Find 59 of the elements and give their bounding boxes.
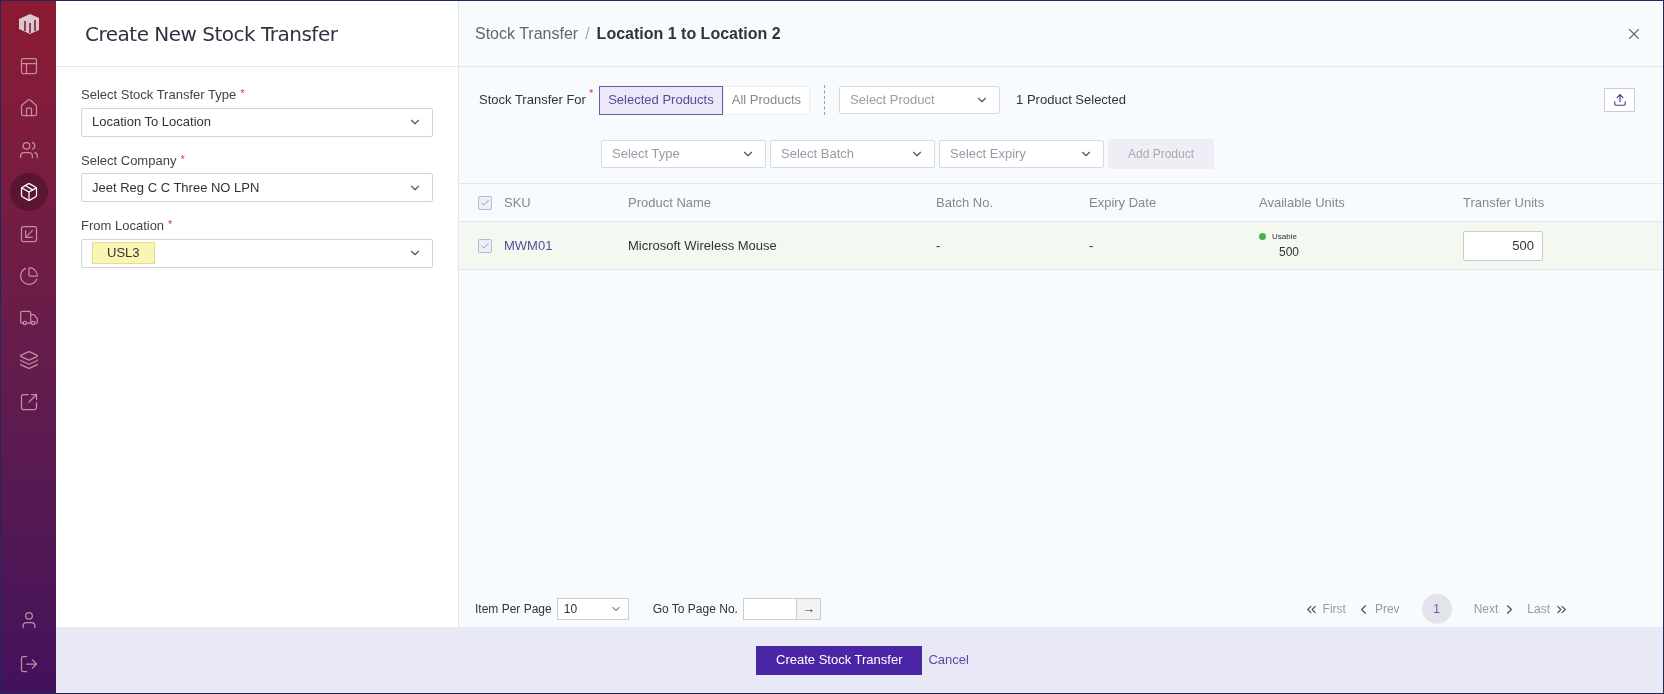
per-page-label: Item Per Page	[475, 601, 552, 618]
field-label: Stock Transfer For	[479, 91, 586, 110]
breadcrumb-separator: /	[585, 23, 590, 44]
select-value: USL3	[92, 242, 155, 264]
sku-link[interactable]: MWM01	[504, 237, 553, 253]
select-field[interactable]: USL3	[81, 238, 433, 268]
table-cell-text: 500	[1278, 243, 1301, 261]
required-asterisk: *	[588, 86, 594, 101]
table-cell: -	[936, 237, 941, 253]
external-link-icon	[18, 392, 39, 412]
breadcrumb-link[interactable]: Stock Transfer	[475, 21, 579, 46]
layers-icon	[18, 350, 39, 370]
field-label: Select Stock Transfer Type	[81, 86, 237, 104]
column-header: Expiry Date	[1089, 193, 1158, 212]
status-label: Usable	[1272, 230, 1297, 243]
box-icon	[18, 182, 39, 202]
logout-icon	[18, 654, 39, 674]
column-header: Product Name	[628, 193, 713, 212]
column-header: Transfer Units	[1463, 193, 1546, 212]
column-header: Batch No.	[936, 193, 995, 212]
transfer-units-input[interactable]: 500	[1463, 230, 1543, 261]
home-icon	[18, 98, 39, 118]
per-page-select[interactable]: 10	[556, 598, 629, 620]
users-icon	[18, 140, 39, 160]
toggle-option[interactable]: All Products	[722, 85, 811, 115]
arrow-in-square-icon	[18, 224, 39, 244]
checkbox[interactable]	[478, 238, 492, 253]
select-field[interactable]: Location To Location	[81, 107, 433, 137]
check-icon	[480, 197, 490, 208]
table-cell: -	[1089, 237, 1094, 253]
pie-chart-icon	[18, 266, 39, 286]
selection-count: 1 Product Selected	[1016, 91, 1126, 110]
upload-icon	[1612, 93, 1627, 107]
check-icon	[480, 240, 490, 251]
page-number[interactable]: 1	[1421, 594, 1452, 624]
select-value: Location To Location	[92, 113, 212, 132]
breadcrumb-current: Location 1 to Location 2	[596, 23, 781, 44]
sidebar-item-active[interactable]	[9, 173, 48, 211]
goto-label: Go To Page No.	[652, 601, 738, 618]
upload-button[interactable]	[1604, 88, 1635, 112]
panel-title: Create New Stock Transfer	[85, 20, 338, 48]
required-asterisk: *	[240, 86, 245, 101]
layout-icon	[18, 56, 39, 76]
checkbox[interactable]	[478, 195, 492, 210]
truck-icon	[18, 308, 39, 328]
table-cell: Microsoft Wireless Mouse	[628, 237, 777, 253]
goto-page-input[interactable]	[742, 598, 797, 620]
toggle-option[interactable]: Selected Products	[599, 85, 723, 115]
goto-button[interactable]: →	[796, 598, 821, 620]
column-header: Available Units	[1259, 193, 1346, 212]
create-stock-transfer-button[interactable]: Create Stock Transfer	[756, 645, 923, 675]
required-asterisk: *	[180, 151, 185, 167]
select-value: Jeet Reg C C Three NO LPN	[92, 178, 260, 197]
select-field[interactable]: Jeet Reg C C Three NO LPN	[81, 173, 433, 202]
column-header: SKU	[504, 193, 532, 212]
required-asterisk: *	[168, 217, 173, 232]
field-label: Select Company	[81, 151, 177, 170]
field-label: From Location	[81, 217, 165, 235]
cancel-link[interactable]: Cancel	[928, 650, 969, 670]
